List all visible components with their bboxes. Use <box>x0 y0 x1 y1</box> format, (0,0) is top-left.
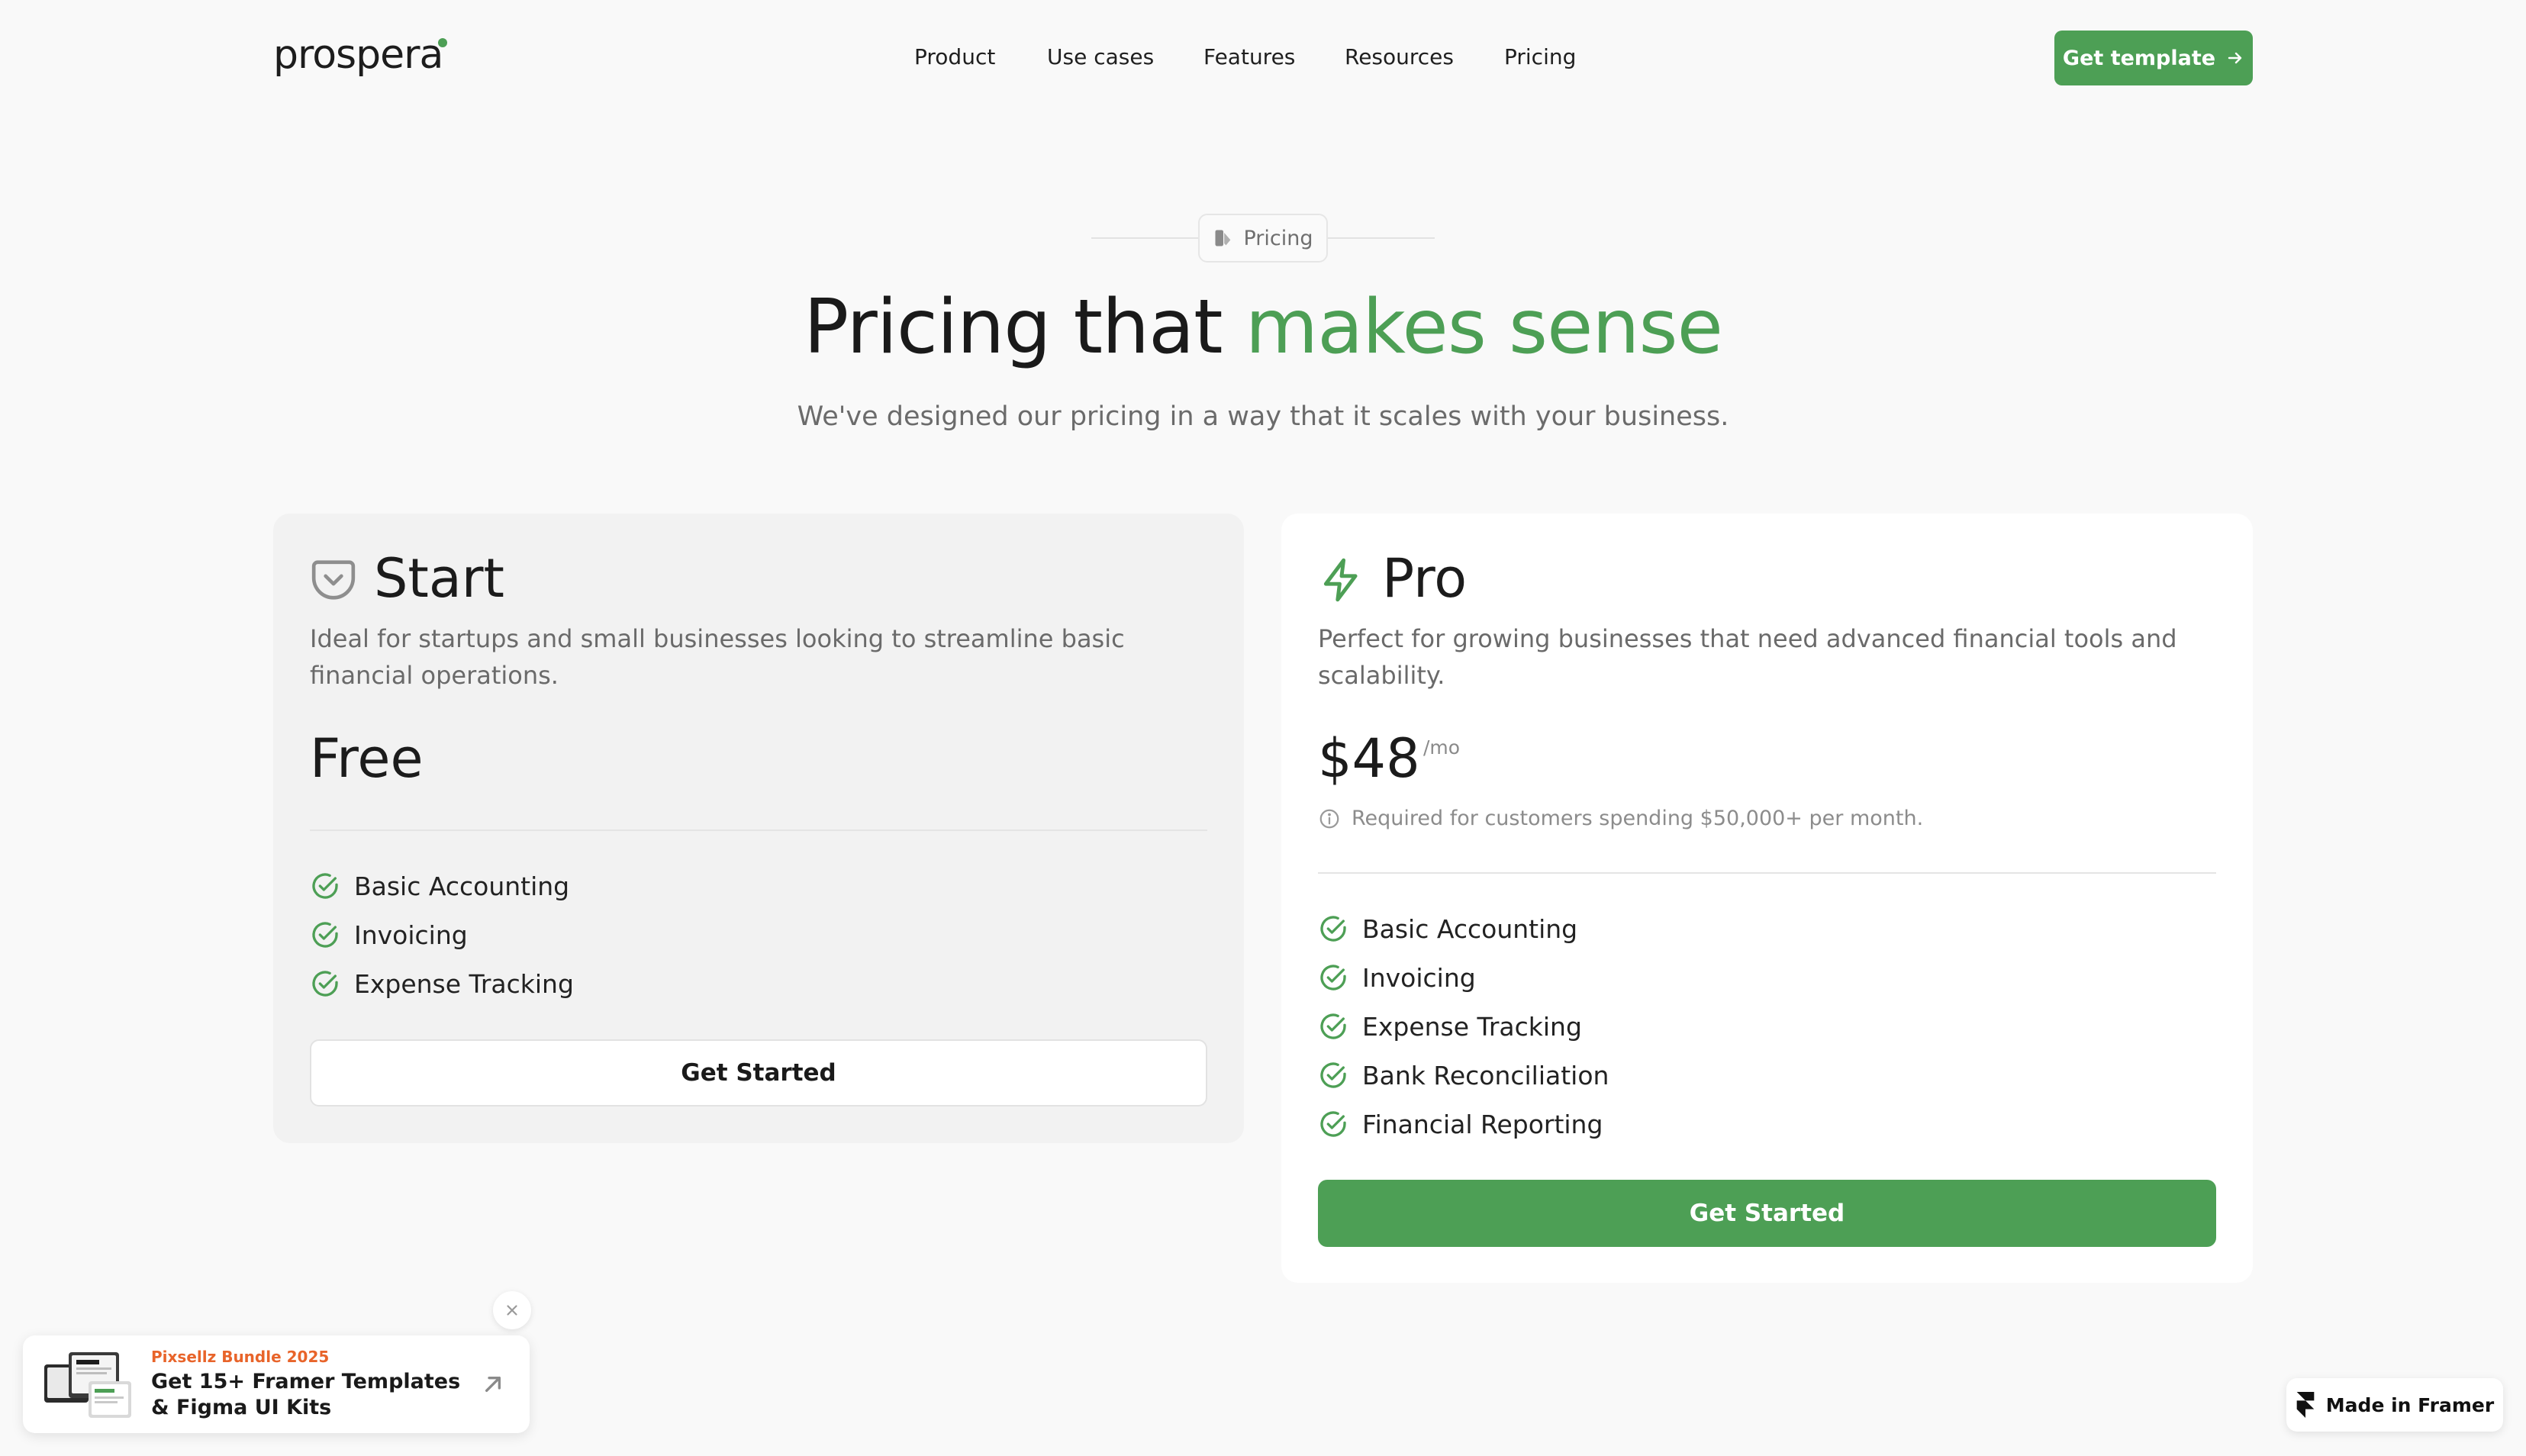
feature-item: Bank Reconciliation <box>1318 1051 1609 1100</box>
promo-title: Get 15+ Framer Templates & Figma UI Kits <box>151 1370 461 1419</box>
eyebrow-label: Pricing <box>1243 226 1313 250</box>
nav-item-features[interactable]: Features <box>1203 44 1295 69</box>
get-template-label: Get template <box>2062 46 2216 70</box>
plan-description: Ideal for startups and small businesses … <box>310 624 1125 690</box>
feature-list: Basic Accounting Invoicing Expense Track… <box>310 862 574 1008</box>
eyebrow-line-left <box>1091 237 1198 239</box>
note-text: Required for customers spending $50,000+… <box>1352 807 1924 830</box>
plan-name: Pro <box>1382 547 1468 610</box>
promo-close-button[interactable] <box>493 1291 531 1329</box>
plan-name: Start <box>374 547 505 610</box>
badge-label: Made in Framer <box>2325 1393 2495 1416</box>
card-divider <box>1318 872 2216 874</box>
check-circle-icon <box>312 873 338 899</box>
feature-label: Expense Tracking <box>354 968 574 999</box>
pricing-eyebrow: Pricing <box>1198 214 1328 263</box>
check-circle-icon <box>1320 1013 1346 1039</box>
feature-item: Expense Tracking <box>310 959 574 1008</box>
feature-item: Basic Accounting <box>310 862 574 910</box>
nav-item-use-cases[interactable]: Use cases <box>1047 44 1154 69</box>
nav-item-product[interactable]: Product <box>914 44 995 69</box>
feature-list: Basic Accounting Invoicing Expense Track… <box>1318 904 1609 1148</box>
pocket-icon <box>311 560 356 600</box>
arrow-up-right-icon <box>485 1377 501 1392</box>
bundle-thumbnail-icon <box>44 1352 131 1418</box>
feature-item: Expense Tracking <box>1318 1002 1609 1051</box>
plan-card-pro: Pro Perfect for growing businesses that … <box>1281 514 2253 1283</box>
close-icon <box>507 1305 517 1316</box>
pricing-tag-icon <box>1215 230 1231 246</box>
feature-label: Basic Accounting <box>354 871 570 901</box>
get-template-button[interactable]: Get template <box>2054 31 2253 85</box>
title-main: Pricing that <box>804 284 1245 371</box>
plan-price: $48 <box>1318 727 1420 790</box>
plan-description: Perfect for growing businesses that need… <box>1318 624 2177 690</box>
feature-label: Expense Tracking <box>1362 1011 1582 1042</box>
title-accent: makes sense <box>1245 284 1723 371</box>
check-circle-icon <box>1320 1062 1346 1088</box>
lightning-icon <box>1323 558 1358 602</box>
framer-logo-icon <box>2296 1392 2315 1418</box>
feature-item: Invoicing <box>1318 953 1609 1002</box>
feature-item: Invoicing <box>310 910 574 959</box>
page-title: Pricing that makes sense <box>0 284 2526 371</box>
check-circle-icon <box>1320 916 1346 942</box>
eyebrow-line-right <box>1328 237 1435 239</box>
feature-item: Financial Reporting <box>1318 1100 1609 1148</box>
get-started-button[interactable]: Get Started <box>1318 1180 2216 1247</box>
feature-label: Bank Reconciliation <box>1362 1060 1609 1090</box>
feature-label: Financial Reporting <box>1362 1109 1603 1139</box>
feature-item: Basic Accounting <box>1318 904 1609 953</box>
feature-label: Basic Accounting <box>1362 913 1578 944</box>
check-circle-icon <box>1320 1111 1346 1137</box>
plan-price: Free <box>310 727 424 790</box>
card-divider <box>310 829 1207 831</box>
nav-item-resources[interactable]: Resources <box>1345 44 1454 69</box>
page-subtitle: We've designed our pricing in a way that… <box>797 401 1729 432</box>
made-in-framer-badge[interactable]: Made in Framer <box>2286 1378 2503 1432</box>
promo-tag: Pixsellz Bundle 2025 <box>151 1348 330 1366</box>
price-note: Required for customers spending $50,000+… <box>1318 807 1923 830</box>
plan-card-start: Start Ideal for startups and small busin… <box>273 514 1244 1143</box>
nav-item-pricing[interactable]: Pricing <box>1504 44 1576 69</box>
check-circle-icon <box>312 922 338 948</box>
promo-banner[interactable]: Pixsellz Bundle 2025 Get 15+ Framer Temp… <box>23 1335 530 1433</box>
arrow-right-icon <box>2228 52 2242 64</box>
feature-label: Invoicing <box>354 920 468 950</box>
check-circle-icon <box>312 971 338 997</box>
check-circle-icon <box>1320 965 1346 991</box>
info-icon <box>1319 809 1339 828</box>
get-started-button[interactable]: Get Started <box>310 1039 1207 1106</box>
price-unit: /mo <box>1423 736 1461 759</box>
feature-label: Invoicing <box>1362 962 1476 993</box>
